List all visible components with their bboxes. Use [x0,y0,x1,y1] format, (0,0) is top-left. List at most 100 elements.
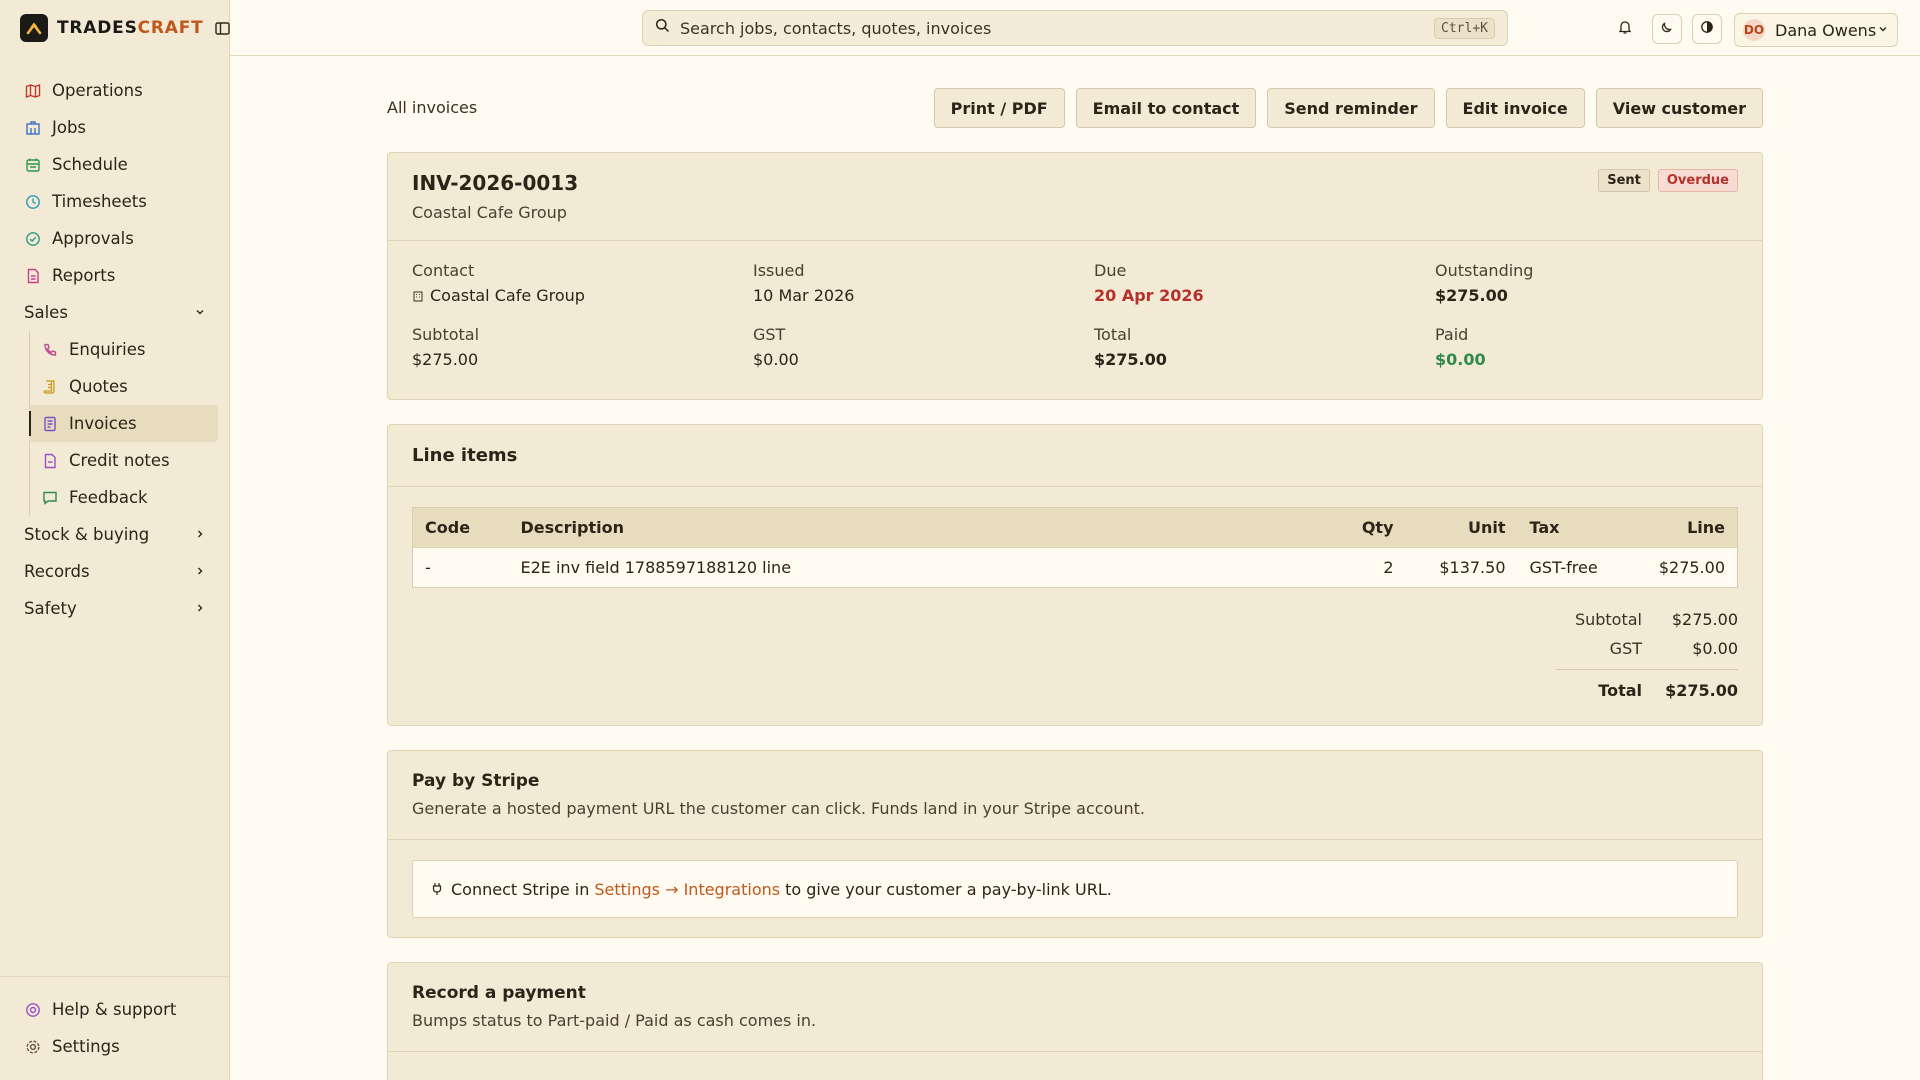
field-value: $275.00 [1435,286,1508,305]
cell-qty: 2 [1325,547,1406,588]
stripe-card: Pay by Stripe Generate a hosted payment … [387,750,1763,938]
sidebar-item-approvals[interactable]: Approvals [0,220,230,257]
section-title: Record a payment [412,983,586,1003]
column-header-description: Description [508,507,1326,548]
sidebar-item-label: Credit notes [69,451,170,470]
field-issued: Issued 10 Mar 2026 [753,261,1094,305]
invoice-summary-card: INV-2026-0013 Coastal Cafe Group Sent Ov… [387,152,1763,400]
calendar-icon [24,156,42,174]
field-outstanding: Outstanding $275.00 [1435,261,1735,305]
contrast-icon [1700,19,1714,39]
lifebuoy-icon [24,1001,42,1019]
map-icon [24,82,42,100]
sidebar-item-credit-notes[interactable]: Credit notes [29,442,218,479]
column-header-tax: Tax [1517,507,1628,548]
totals-label: GST [1609,639,1642,658]
sidebar: TRADESCRAFT Operations Jobs Schedule Tim… [0,0,230,1080]
gear-icon [24,1038,42,1056]
cell-tax: GST-free [1517,547,1628,588]
invoice-number: INV-2026-0013 [412,171,579,195]
sidebar-group-safety[interactable]: Safety [0,590,230,627]
contrast-toggle-button[interactable] [1692,14,1722,44]
chevron-down-icon [1877,20,1889,40]
sidebar-group-label: Records [24,562,90,581]
invoice-header: INV-2026-0013 Coastal Cafe Group Sent Ov… [388,153,1762,241]
building-small-icon [412,290,424,302]
main-nav: Operations Jobs Schedule Timesheets Appr… [0,72,230,627]
chevron-right-icon [194,599,206,618]
user-menu[interactable]: DO Dana Owens [1734,13,1898,47]
field-contact: Contact Coastal Cafe Group [412,261,753,305]
shortcut-hint: Ctrl+K [1434,17,1495,39]
view-customer-button[interactable]: View customer [1595,88,1763,128]
sidebar-group-label: Stock & buying [24,525,150,544]
totals-value: $0.00 [1692,639,1738,658]
totals-label: Total [1598,681,1642,700]
sidebar-item-timesheets[interactable]: Timesheets [0,183,230,220]
notifications-button[interactable] [1610,14,1640,44]
all-invoices-link[interactable]: All invoices [387,98,477,117]
sidebar-item-invoices[interactable]: Invoices [29,405,218,442]
status-badges: Sent Overdue [1598,169,1738,192]
brand: TRADESCRAFT [20,14,232,42]
scroll-icon [41,378,59,396]
sidebar-item-help[interactable]: Help & support [0,991,230,1028]
sidebar-item-label: Quotes [69,377,128,396]
record-payment-card: Record a payment Bumps status to Part-pa… [387,962,1763,1080]
edit-invoice-button[interactable]: Edit invoice [1445,88,1585,128]
payment-header: Record a payment Bumps status to Part-pa… [388,963,1762,1052]
chevron-right-icon [194,562,206,581]
sidebar-item-label: Schedule [52,155,128,174]
sidebar-item-jobs[interactable]: Jobs [0,109,230,146]
email-contact-button[interactable]: Email to contact [1075,88,1257,128]
sidebar-collapse-icon[interactable] [214,19,232,37]
field-value: 20 Apr 2026 [1094,286,1204,305]
status-badge-overdue: Overdue [1657,169,1738,192]
settings-integrations-link[interactable]: Settings → Integrations [594,880,780,899]
phone-icon [41,341,59,359]
sidebar-item-settings[interactable]: Settings [0,1028,230,1065]
chevron-down-icon [194,303,206,322]
sidebar-group-label: Sales [24,303,68,322]
sidebar-item-reports[interactable]: Reports [0,257,230,294]
sidebar-group-sales[interactable]: Sales [0,294,230,331]
page-toolbar: All invoices Print / PDF Email to contac… [387,88,1763,128]
sidebar-item-quotes[interactable]: Quotes [29,368,218,405]
column-header-unit: Unit [1405,507,1518,548]
invoice-fields: Contact Coastal Cafe Group Issued 10 Mar… [388,241,1762,389]
contact-link[interactable]: Coastal Cafe Group [412,286,753,305]
totals-divider: Total $275.00 [1556,669,1738,705]
sidebar-group-label: Safety [24,599,77,618]
field-label: Issued [753,261,805,280]
field-total: Total $275.00 [1094,325,1435,369]
print-pdf-button[interactable]: Print / PDF [933,88,1065,128]
sidebar-item-feedback[interactable]: Feedback [29,479,218,516]
moon-icon [1660,19,1674,39]
cell-unit: $137.50 [1405,547,1518,588]
field-gst: GST $0.00 [753,325,1094,369]
brand-name: TRADESCRAFT [57,18,204,38]
search-bar[interactable]: Ctrl+K [642,10,1508,46]
sidebar-item-schedule[interactable]: Schedule [0,146,230,183]
sidebar-group-records[interactable]: Records [0,553,230,590]
sidebar-item-operations[interactable]: Operations [0,72,230,109]
section-subtitle: Generate a hosted payment URL the custom… [412,799,1145,818]
totals-label: Subtotal [1574,610,1642,629]
building-icon [24,119,42,137]
notice-text-after: to give your customer a pay-by-link URL. [785,879,1112,899]
sidebar-item-enquiries[interactable]: Enquiries [29,331,218,368]
cell-line: $275.00 [1627,547,1738,588]
section-subtitle: Bumps status to Part-paid / Paid as cash… [412,1011,817,1030]
logo-icon [20,14,48,42]
send-reminder-button[interactable]: Send reminder [1267,88,1435,128]
search-input[interactable] [680,18,1435,38]
theme-toggle-button[interactable] [1652,14,1682,44]
stripe-connect-notice: Connect Stripe in Settings → Integration… [412,860,1738,918]
field-label: Total [1094,325,1132,344]
sidebar-group-stock[interactable]: Stock & buying [0,516,230,553]
sidebar-item-label: Reports [52,266,116,285]
sales-submenu: Enquiries Quotes Invoices Credit notes F… [29,331,230,516]
sidebar-item-label: Operations [52,81,143,100]
field-label: Paid [1435,325,1469,344]
user-name: Dana Owens [1775,20,1877,40]
